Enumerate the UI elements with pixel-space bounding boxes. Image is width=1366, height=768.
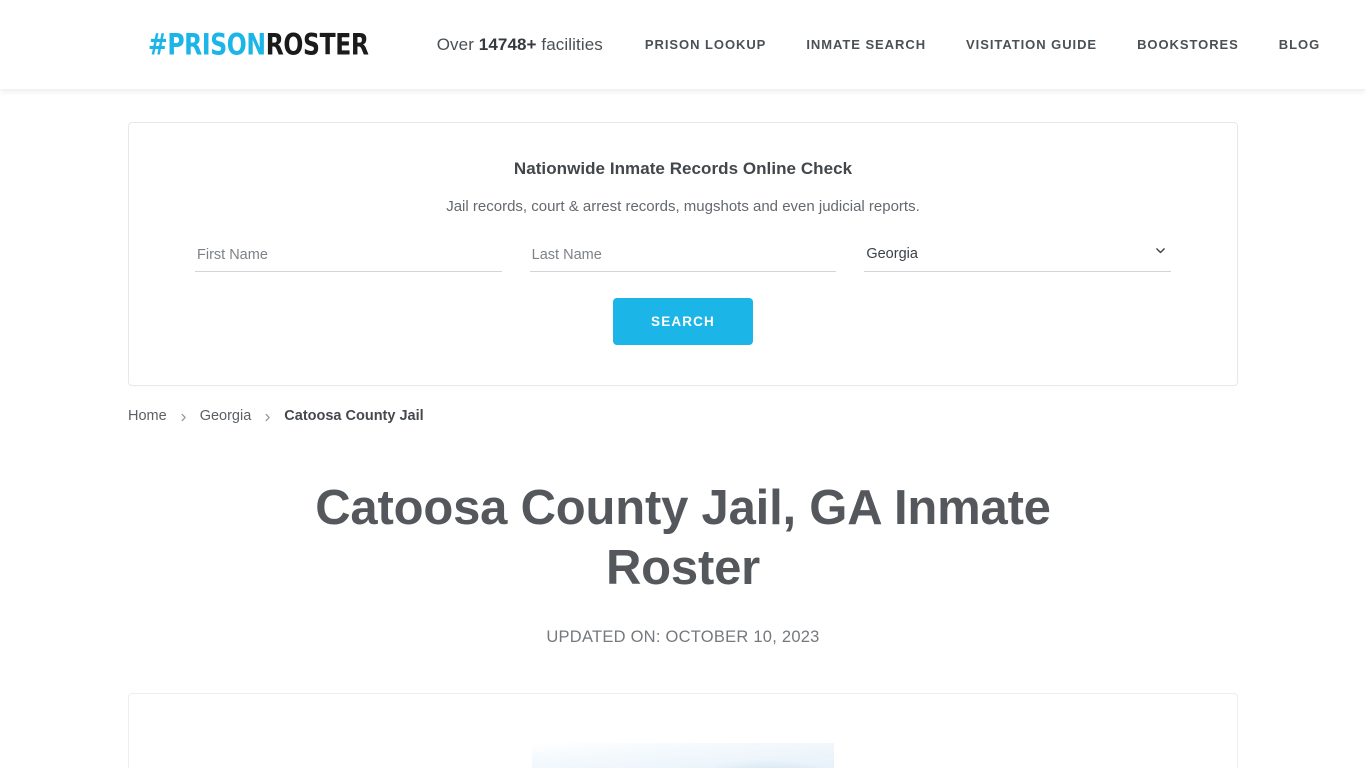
last-name-input[interactable] <box>529 243 837 272</box>
search-card-subtitle: Jail records, court & arrest records, mu… <box>446 198 920 215</box>
chevron-right-icon-2 <box>262 412 273 423</box>
logo-hash: # <box>148 27 168 62</box>
nav-item-visitation-guide[interactable]: VISITATION GUIDE <box>966 31 1097 58</box>
breadcrumb: Home Georgia Catoosa County Jail <box>128 408 1238 424</box>
facility-photo <box>532 743 834 768</box>
facility-count-prefix: Over <box>436 34 479 54</box>
breadcrumb-state[interactable]: Georgia <box>200 408 252 424</box>
search-card-title: Nationwide Inmate Records Online Check <box>513 159 853 178</box>
nav-item-blog[interactable]: BLOG <box>1279 31 1320 58</box>
main-navigation: PRISON LOOKUP INMATE SEARCH VISITATION G… <box>645 31 1320 58</box>
page-title: Catoosa County Jail, GA Inmate Roster <box>315 481 1051 595</box>
facility-content-card <box>128 693 1238 768</box>
nav-item-prison-lookup[interactable]: PRISON LOOKUP <box>645 31 766 58</box>
first-name-field-wrap <box>195 243 502 272</box>
page-body: Nationwide Inmate Records Online Check J… <box>0 122 1366 768</box>
search-button-row: SEARCH <box>161 298 1205 345</box>
breadcrumb-current: Catoosa County Jail <box>284 408 424 424</box>
state-select[interactable]: AlabamaAlaskaArizonaArkansasCaliforniaCo… <box>864 242 1172 272</box>
first-name-input[interactable] <box>195 243 502 272</box>
logo-prison-text: PRISON <box>167 27 266 62</box>
inmate-search-form: AlabamaAlaskaArizonaArkansasCaliforniaCo… <box>161 242 1205 272</box>
facility-count: Over 14748+ facilities <box>437 35 603 55</box>
site-logo[interactable]: #PRISONROSTER <box>148 30 369 60</box>
facility-count-suffix: facilities <box>536 34 603 54</box>
nav-item-bookstores[interactable]: BOOKSTORES <box>1137 31 1239 58</box>
breadcrumb-home[interactable]: Home <box>128 408 167 424</box>
updated-on-label: UPDATED ON: OCTOBER 10, 2023 <box>546 628 820 646</box>
facility-count-value: 14748+ <box>478 34 537 54</box>
site-header: #PRISONROSTER Over 14748+ facilities PRI… <box>0 0 1366 89</box>
search-button[interactable]: SEARCH <box>613 298 753 345</box>
chevron-right-icon <box>178 412 189 423</box>
page-container: Nationwide Inmate Records Online Check J… <box>128 122 1238 768</box>
nav-item-inmate-search[interactable]: INMATE SEARCH <box>806 31 926 58</box>
inmate-search-card: Nationwide Inmate Records Online Check J… <box>128 122 1238 386</box>
last-name-field-wrap <box>529 243 837 272</box>
header-inner: #PRISONROSTER Over 14748+ facilities PRI… <box>0 30 1366 60</box>
logo-roster-text: ROSTER <box>265 27 369 62</box>
state-field-wrap: AlabamaAlaskaArizonaArkansasCaliforniaCo… <box>864 242 1172 272</box>
